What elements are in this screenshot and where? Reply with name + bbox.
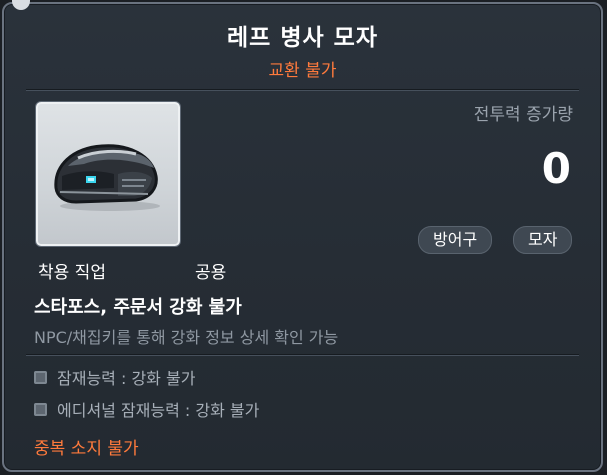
combat-power-label: 전투력 증가량 bbox=[473, 105, 573, 125]
category-tag-hat: 모자 bbox=[513, 226, 573, 254]
combat-power-value: 0 bbox=[541, 144, 571, 193]
additional-potential-row: 에디셔널 잠재능력 : 강화 불가 bbox=[34, 398, 259, 420]
bullet-square-icon bbox=[34, 370, 47, 384]
trade-status: 교환 불가 bbox=[268, 61, 337, 81]
potential-text: 잠재능력 : 강화 불가 bbox=[57, 369, 196, 388]
category-tag-armor: 방어구 bbox=[418, 226, 493, 254]
potential-row: 잠재능력 : 강화 불가 bbox=[34, 366, 195, 388]
tooltip-corner-decoration bbox=[12, 0, 30, 10]
additional-potential-text: 에디셔널 잠재능력 : 강화 불가 bbox=[57, 401, 260, 420]
bullet-square-icon bbox=[34, 402, 47, 416]
divider-top bbox=[26, 89, 579, 91]
job-requirement-value: 공용 bbox=[195, 263, 227, 283]
job-requirement-label: 착용 직업 bbox=[38, 263, 106, 283]
item-name: 레프 병사 모자 bbox=[227, 25, 378, 51]
item-image-frame bbox=[35, 101, 181, 247]
item-tooltip: 레프 병사 모자 교환 불가 전투력 증가량 0 방어구 모자 착용 직업 공용… bbox=[2, 0, 603, 472]
divider-middle bbox=[26, 354, 579, 356]
helmet-icon bbox=[54, 144, 160, 211]
enhancement-status: 스타포스, 주문서 강화 불가 bbox=[34, 297, 242, 318]
unique-notice: 중복 소지 불가 bbox=[34, 439, 139, 459]
enhancement-hint: NPC/채집키를 통해 강화 정보 상세 확인 가능 bbox=[34, 328, 339, 347]
